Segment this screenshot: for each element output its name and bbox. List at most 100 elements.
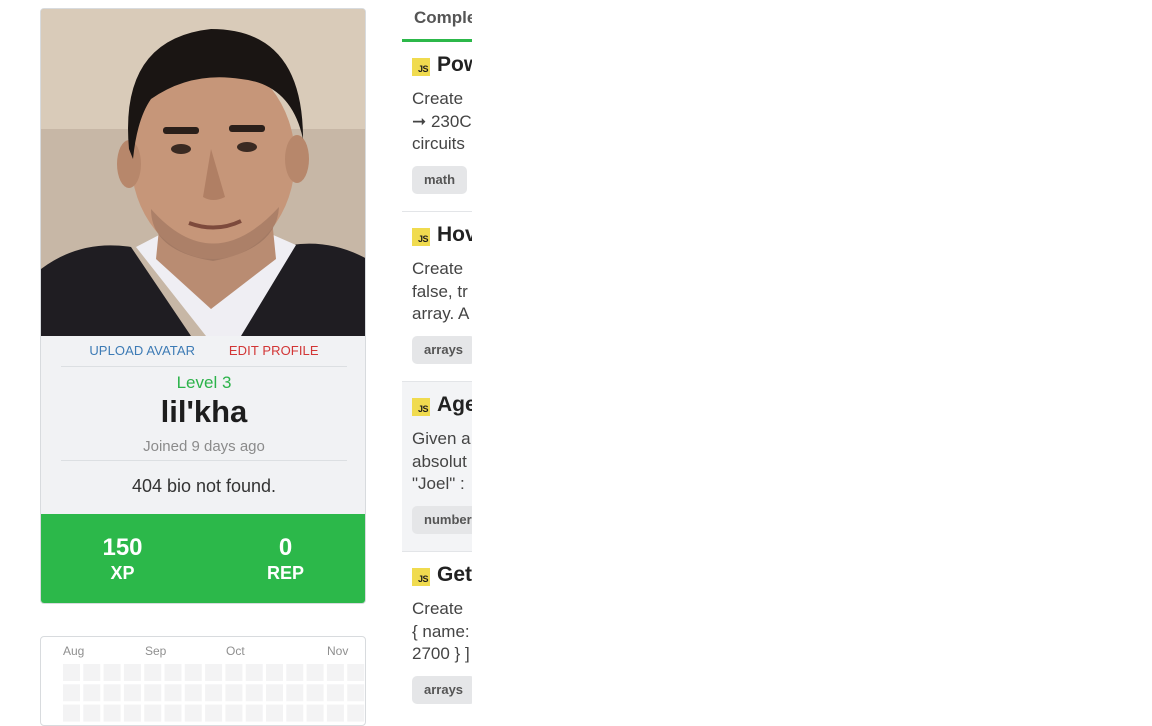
xp-label: XP xyxy=(110,563,135,583)
heatmap-cell xyxy=(225,664,243,681)
challenge-description: Given a xyxy=(412,429,471,448)
heatmap-cell xyxy=(306,704,324,722)
level-label: Level 3 xyxy=(176,373,232,392)
challenge-title[interactable]: Hov xyxy=(437,223,472,247)
challenge-description: Create xyxy=(412,599,464,618)
heatmap-cell xyxy=(184,704,202,722)
stats-bar: 150 XP 0 REP xyxy=(41,514,365,603)
heatmap-cell xyxy=(123,704,141,722)
challenge-tag[interactable]: arrays xyxy=(412,336,472,364)
month-label: Oct xyxy=(226,644,245,658)
challenge-tag[interactable]: math xyxy=(412,166,468,194)
challenge-description: circuits xyxy=(412,134,465,153)
javascript-icon: JS xyxy=(412,228,430,246)
heatmap-cell xyxy=(164,684,182,702)
heatmap-cell xyxy=(123,664,141,681)
xp-stat: 150 XP xyxy=(41,514,204,603)
challenge-item[interactable]: JS Pow Create ➞ 230C circuits math xyxy=(402,42,472,212)
javascript-icon: JS xyxy=(412,58,430,76)
heatmap-cell xyxy=(103,664,121,681)
upload-avatar-link[interactable]: UPLOAD AVATAR xyxy=(89,343,195,358)
rep-value: 0 xyxy=(278,534,293,561)
challenge-description: ➞ 230C xyxy=(412,112,472,131)
challenge-description: Create xyxy=(412,89,464,108)
heatmap-cell xyxy=(164,664,182,681)
heatmap-cell xyxy=(347,664,365,681)
heatmap-cell xyxy=(123,684,141,702)
heatmap-cell xyxy=(164,704,182,722)
challenge-description: 2700 } ] xyxy=(412,644,470,663)
heatmap-cell xyxy=(205,684,223,702)
edit-profile-link[interactable]: EDIT PROFILE xyxy=(229,343,319,358)
heatmap-grid xyxy=(63,664,365,722)
heatmap-cell xyxy=(245,684,263,702)
heatmap-cell xyxy=(83,684,101,702)
heatmap-cell xyxy=(144,664,162,681)
divider xyxy=(61,366,347,367)
heatmap-cell xyxy=(347,684,365,702)
heatmap-cell xyxy=(306,684,324,702)
challenges-panel: Comple JS Pow Create ➞ 230C circuits mat… xyxy=(402,0,472,705)
tab-completed[interactable]: Comple xyxy=(402,0,472,42)
challenge-tag[interactable]: arrays xyxy=(412,676,472,704)
challenge-title[interactable]: Age xyxy=(437,393,472,417)
rep-stat: 0 REP xyxy=(204,514,365,603)
avatar-actions: UPLOAD AVATAR EDIT PROFILE xyxy=(41,343,365,358)
heatmap-cell xyxy=(83,704,101,722)
xp-value: 150 xyxy=(102,534,143,561)
heatmap-cell xyxy=(63,684,80,702)
heatmap-cell xyxy=(103,684,121,702)
heatmap-cell xyxy=(286,664,304,681)
heatmap-cell xyxy=(103,704,121,722)
challenge-title[interactable]: Pow xyxy=(437,53,472,77)
heatmap-cell xyxy=(184,664,202,681)
heatmap-cell xyxy=(245,704,263,722)
username: lil'kha xyxy=(160,394,248,429)
javascript-icon: JS xyxy=(412,568,430,586)
avatar-photo xyxy=(41,9,365,336)
joined-date: Joined 9 days ago xyxy=(143,438,265,455)
heatmap-cell xyxy=(286,704,304,722)
heatmap-cell xyxy=(205,664,223,681)
heatmap-cell xyxy=(266,664,283,681)
heatmap-cell xyxy=(306,664,324,681)
heatmap-cell xyxy=(225,684,243,702)
heatmap-cell xyxy=(205,704,223,722)
heatmap-cell xyxy=(347,704,365,722)
heatmap-cell xyxy=(184,684,202,702)
avatar xyxy=(41,9,365,336)
heatmap-cell xyxy=(144,704,162,722)
challenge-description: array. A xyxy=(412,304,470,323)
heatmap-cell xyxy=(225,704,243,722)
heatmap-cell xyxy=(63,664,80,681)
month-label: Sep xyxy=(145,644,167,658)
challenge-item[interactable]: JS Hov Create false, tr array. A arrays xyxy=(402,212,472,382)
heatmap-cell xyxy=(286,684,304,702)
heatmap-cell xyxy=(144,684,162,702)
challenge-item[interactable]: JS Get Create { name: 2700 } ] arrays xyxy=(402,552,472,705)
heatmap-cell xyxy=(83,664,101,681)
challenge-title[interactable]: Get xyxy=(437,563,472,587)
heatmap-cell xyxy=(266,704,283,722)
bio-text: 404 bio not found. xyxy=(131,476,277,496)
month-label: Aug xyxy=(63,644,85,658)
javascript-icon: JS xyxy=(412,398,430,416)
challenge-description: false, tr xyxy=(412,282,468,301)
tab-completed-label: Comple xyxy=(414,8,472,27)
challenge-description: "Joel" : xyxy=(412,474,465,493)
heatmap-cell xyxy=(245,664,263,681)
challenge-description: Create xyxy=(412,259,464,278)
heatmap-cell xyxy=(63,704,80,722)
rep-label: REP xyxy=(266,563,304,583)
heatmap-cell xyxy=(266,684,283,702)
challenge-tag[interactable]: number xyxy=(412,506,472,534)
heatmap-cell xyxy=(326,684,344,702)
challenge-item[interactable]: JS Age Given a absolut "Joel" : number xyxy=(402,382,472,552)
month-label: Nov xyxy=(327,644,349,658)
heatmap-cell xyxy=(326,704,344,722)
activity-heatmap: Aug Sep Oct Nov xyxy=(40,636,366,726)
profile-card: UPLOAD AVATAR EDIT PROFILE Level 3 lil'k… xyxy=(40,8,366,604)
divider xyxy=(61,460,347,461)
heatmap-cell xyxy=(326,664,344,681)
challenge-description: { name: xyxy=(412,622,470,641)
